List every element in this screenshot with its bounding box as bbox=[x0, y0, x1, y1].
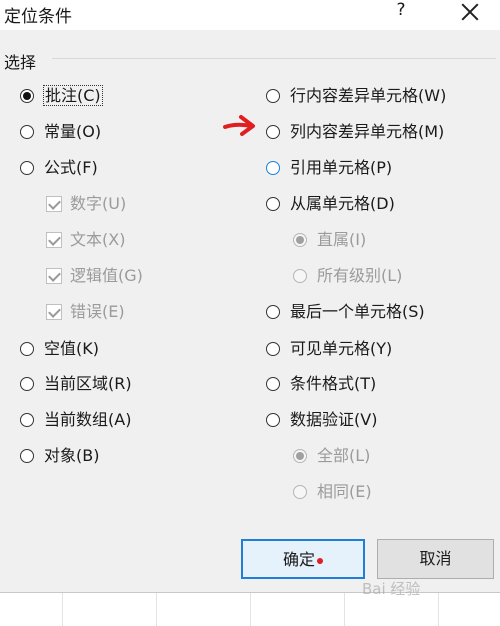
option-label: 全部(L) bbox=[317, 446, 371, 465]
radio-button bbox=[293, 485, 307, 499]
goto-special-dialog: 定位条件 ? 选择 批注(C) 常量(O) 公式(F) 数字(U) 文本(X) … bbox=[0, 0, 500, 592]
radio-button[interactable] bbox=[266, 342, 280, 356]
baidu-watermark: Bai 经验 bbox=[362, 580, 421, 598]
ok-button[interactable]: 确定 bbox=[241, 539, 365, 579]
ok-button-label: 确定 bbox=[282, 550, 315, 569]
group-divider bbox=[52, 58, 496, 59]
option-label: 从属单元格(D) bbox=[290, 194, 395, 213]
close-icon[interactable] bbox=[455, 0, 485, 24]
option-label: 常量(O) bbox=[44, 122, 102, 141]
radio-button bbox=[293, 233, 307, 247]
cancel-button[interactable]: 取消 bbox=[377, 539, 494, 579]
help-button[interactable]: ? bbox=[391, 0, 411, 24]
radio-button[interactable] bbox=[20, 125, 34, 139]
red-dot-icon bbox=[317, 557, 323, 564]
radio-button[interactable] bbox=[266, 377, 280, 391]
checkbox bbox=[46, 196, 62, 212]
checkbox-label: 文本(X) bbox=[70, 230, 126, 249]
red-arrow-icon bbox=[223, 115, 255, 136]
option-label: 列内容差异单元格(M) bbox=[290, 122, 445, 141]
option-label: 当前区域(R) bbox=[44, 374, 132, 393]
radio-button[interactable] bbox=[20, 89, 34, 103]
option-label: 空值(K) bbox=[44, 339, 99, 358]
checkbox bbox=[46, 232, 62, 248]
radio-button[interactable] bbox=[266, 161, 280, 175]
option-label: 直属(I) bbox=[317, 230, 367, 249]
option-label: 所有级别(L) bbox=[317, 266, 403, 285]
grid-line bbox=[156, 593, 157, 626]
radio-button[interactable] bbox=[266, 413, 280, 427]
grid-line bbox=[250, 593, 251, 626]
checkbox-label: 错误(E) bbox=[70, 302, 125, 321]
checkbox bbox=[46, 268, 62, 284]
radio-button[interactable] bbox=[20, 449, 34, 463]
option-label: 最后一个单元格(S) bbox=[290, 302, 425, 321]
option-label: 条件格式(T) bbox=[290, 374, 377, 393]
radio-button[interactable] bbox=[266, 197, 280, 211]
checkbox-label: 逻辑值(G) bbox=[70, 266, 143, 285]
radio-button[interactable] bbox=[20, 377, 34, 391]
option-label: 引用单元格(P) bbox=[290, 158, 393, 177]
radio-button bbox=[293, 449, 307, 463]
grid-line bbox=[62, 593, 63, 626]
radio-button[interactable] bbox=[266, 89, 280, 103]
option-label: 批注(C) bbox=[43, 85, 103, 106]
radio-button[interactable] bbox=[20, 342, 34, 356]
radio-button[interactable] bbox=[266, 125, 280, 139]
option-label: 数据验证(V) bbox=[290, 410, 378, 429]
option-label: 对象(B) bbox=[44, 446, 100, 465]
checkbox bbox=[46, 304, 62, 320]
dialog-title: 定位条件 bbox=[4, 7, 72, 27]
radio-button bbox=[293, 269, 307, 283]
option-label: 公式(F) bbox=[44, 158, 98, 177]
option-label: 当前数组(A) bbox=[44, 410, 132, 429]
radio-button[interactable] bbox=[20, 413, 34, 427]
select-group-label: 选择 bbox=[4, 53, 37, 72]
checkbox-label: 数字(U) bbox=[70, 194, 127, 213]
radio-button[interactable] bbox=[20, 161, 34, 175]
radio-button[interactable] bbox=[266, 305, 280, 319]
option-label: 相同(E) bbox=[317, 482, 372, 501]
option-label: 可见单元格(Y) bbox=[290, 339, 393, 358]
title-bar: 定位条件 ? bbox=[0, 0, 500, 30]
grid-line bbox=[344, 593, 345, 626]
option-label: 行内容差异单元格(W) bbox=[290, 86, 447, 105]
